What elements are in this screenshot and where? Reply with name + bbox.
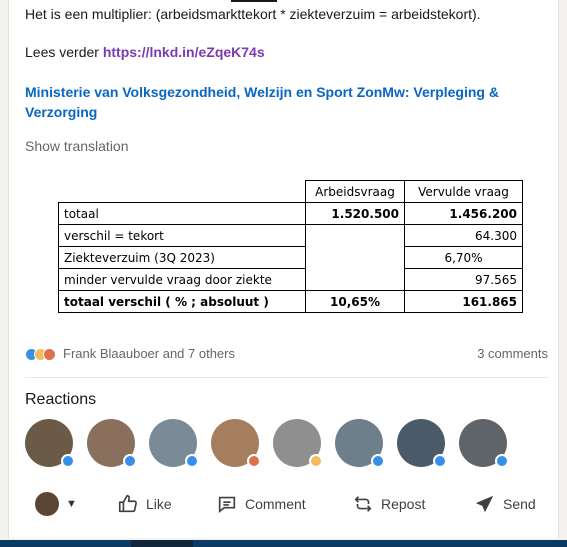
send-button[interactable]: Send <box>474 493 536 515</box>
repost-label: Repost <box>381 496 426 512</box>
table-row: verschil = tekort 64.300 <box>58 224 523 291</box>
table-header-row: Arbeidsvraag Vervulde vraag <box>58 180 523 203</box>
table-cell: 1.520.500 <box>305 202 405 225</box>
bottom-strip <box>0 540 567 547</box>
table-cell: 161.865 <box>404 290 523 313</box>
like-icon <box>433 454 447 468</box>
post-card: Het is een multiplier: (arbeidsmarktteko… <box>8 0 559 538</box>
like-icon <box>123 454 137 468</box>
repost-button[interactable]: Repost <box>352 493 425 515</box>
send-icon <box>475 495 494 513</box>
post-actions-bar: ▼ Like Comment Repost Send <box>25 485 548 525</box>
table-total-row: totaal verschil ( % ; absoluut ) 10,65% … <box>58 290 523 313</box>
reactors-link[interactable]: Frank Blaauboer and 7 others <box>63 346 235 361</box>
like-label: Like <box>146 496 172 512</box>
love-icon <box>43 348 56 361</box>
thumbs-up-icon <box>118 494 137 513</box>
comments-count-link[interactable]: 3 comments <box>477 346 548 361</box>
reactor-avatar[interactable] <box>335 419 385 468</box>
reactor-avatar[interactable] <box>211 419 261 468</box>
table-cell: totaal verschil ( % ; absoluut ) <box>58 290 306 313</box>
comment-label: Comment <box>245 496 306 512</box>
table-cell: 1.456.200 <box>404 202 523 225</box>
show-translation-button[interactable]: Show translation <box>25 136 129 156</box>
like-icon <box>371 454 385 468</box>
like-icon <box>185 454 199 468</box>
comment-button[interactable]: Comment <box>216 493 306 515</box>
source-link[interactable]: Ministerie van Volksgezondheid, Welzijn … <box>25 82 505 122</box>
social-counts: Frank Blaauboer and 7 others 3 comments <box>25 345 548 365</box>
like-icon <box>495 454 509 468</box>
table-cell: 64.300 <box>404 224 523 247</box>
table-header-cell <box>58 180 306 203</box>
text-underline-fragment <box>231 0 277 2</box>
table-header-cell: Vervulde vraag <box>404 180 523 203</box>
table-cell: totaal <box>58 202 306 225</box>
table-cell: 10,65% <box>305 290 405 313</box>
comment-icon <box>218 496 236 514</box>
like-icon <box>61 454 75 468</box>
table-row: Ziekteverzuim (3Q 2023) 6,70% <box>58 246 523 269</box>
read-more-prefix: Lees verder <box>25 44 103 60</box>
reactor-avatar[interactable] <box>87 419 137 468</box>
reactor-avatar[interactable] <box>273 419 323 468</box>
insightful-icon <box>309 454 323 468</box>
table-merged-cell <box>305 224 405 291</box>
reactor-avatar[interactable] <box>459 419 509 468</box>
reactor-avatar[interactable] <box>149 419 199 468</box>
repost-icon <box>354 496 372 512</box>
table-cell: 97.565 <box>404 268 523 291</box>
chevron-down-icon[interactable]: ▼ <box>66 498 77 510</box>
reactor-avatar[interactable] <box>25 419 75 468</box>
reactor-avatar[interactable] <box>397 419 447 468</box>
like-button[interactable]: Like <box>117 493 172 515</box>
actor-avatar[interactable] <box>35 492 59 516</box>
send-label: Send <box>503 496 536 512</box>
bottom-strip-segment <box>131 540 193 547</box>
read-more-link[interactable]: https://lnkd.in/eZqeK74s <box>103 44 265 60</box>
love-icon <box>247 454 261 468</box>
post-text-line: Het is een multiplier: (arbeidsmarktteko… <box>25 6 481 22</box>
table-cell: 6,70% <box>404 246 523 269</box>
table-cell: verschil = tekort <box>58 224 306 247</box>
table-header-cell: Arbeidsvraag <box>305 180 405 203</box>
table-cell: minder vervulde vraag door ziekte <box>58 268 306 291</box>
divider <box>25 377 548 378</box>
read-more-line: Lees verder https://lnkd.in/eZqeK74s <box>25 42 265 62</box>
table-row: totaal 1.520.500 1.456.200 <box>58 202 523 225</box>
reactions-title: Reactions <box>25 391 97 408</box>
table-cell: Ziekteverzuim (3Q 2023) <box>58 246 306 269</box>
table-row: minder vervulde vraag door ziekte 97.565 <box>58 268 523 291</box>
data-table: Arbeidsvraag Vervulde vraag totaal 1.520… <box>58 180 523 313</box>
